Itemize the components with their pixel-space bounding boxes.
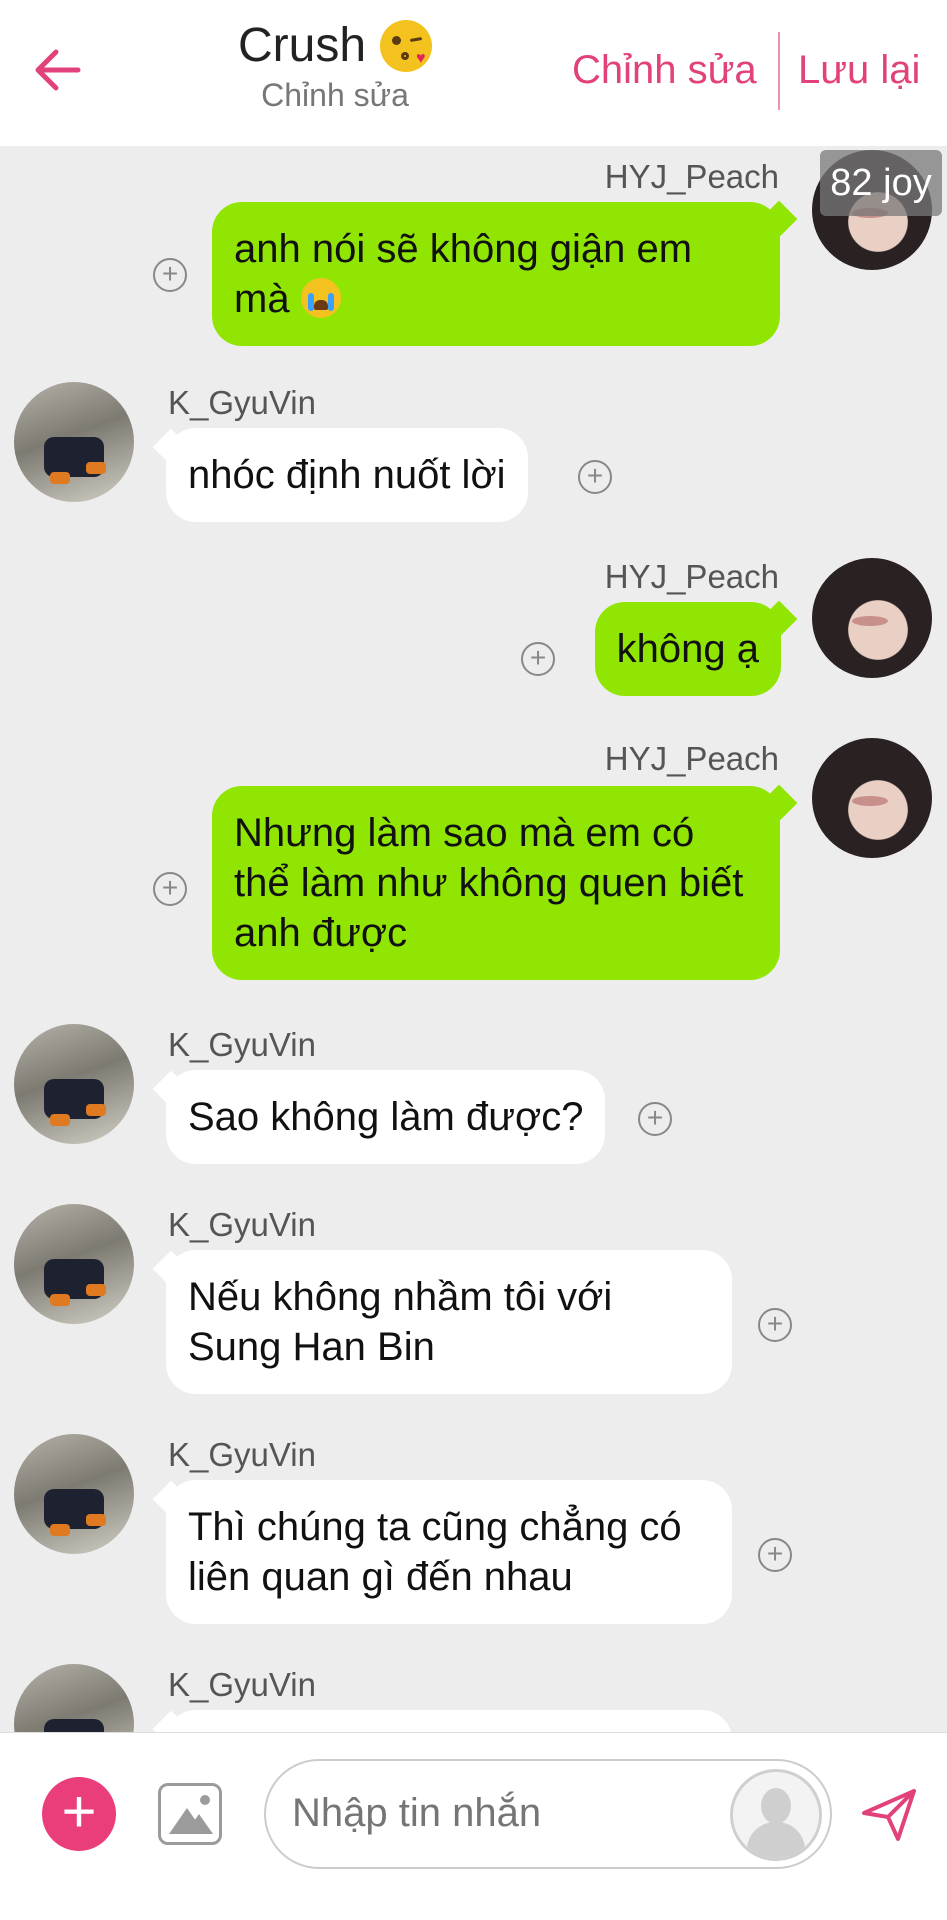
message-text: Sao không làm được? [188,1095,584,1139]
avatar[interactable] [812,558,932,678]
message-bubble[interactable]: không ạ [594,602,781,696]
react-plus-icon[interactable]: + [758,1308,792,1342]
message-bubble[interactable] [166,1710,732,1732]
avatar[interactable] [14,1204,134,1324]
message-bubble[interactable]: Thì chúng ta cũng chẳng có liên quan gì … [166,1480,732,1624]
page-title: Crush [237,19,367,72]
sender-name: HYJ_Peach [604,740,779,777]
message-bubble[interactable]: Nếu không nhầm tôi với Sung Han Bin [166,1250,732,1394]
message-input[interactable] [292,1791,712,1836]
sender-name: HYJ_Peach [604,158,779,195]
edit-button[interactable]: Chỉnh sửa [572,48,757,93]
avatar[interactable] [14,1024,134,1144]
sender-name: HYJ_Peach [604,558,779,595]
overlay-tag: 82 joy [820,150,942,216]
sender-name: K_GyuVin [168,1666,316,1703]
composer-bar: + [0,1732,947,1920]
message-bubble[interactable]: anh nói sẽ không giận em mà [212,202,780,346]
chat-header: Crush ♥ Chỉnh sửa Chỉnh sửa Lưu lại [0,0,947,146]
crying-face-icon [300,278,341,318]
message-text: Nhưng làm sao mà em có thể làm như không… [234,811,744,955]
react-plus-icon[interactable]: + [521,642,555,676]
user-avatar-icon[interactable] [730,1769,822,1861]
avatar[interactable] [14,1664,134,1732]
header-divider [778,32,780,110]
save-button[interactable]: Lưu lại [798,48,920,93]
message-bubble[interactable]: Nhưng làm sao mà em có thể làm như không… [212,786,780,980]
plus-icon[interactable]: + [42,1777,116,1851]
message-text: không ạ [616,627,759,671]
react-plus-icon[interactable]: + [758,1538,792,1572]
react-plus-icon[interactable]: + [638,1102,672,1136]
message-input-wrapper [264,1759,832,1869]
sender-name: K_GyuVin [168,1206,316,1243]
message-text: Nếu không nhầm tôi với Sung Han Bin [188,1275,613,1369]
react-plus-icon[interactable]: + [153,258,187,292]
avatar[interactable] [812,738,932,858]
message-text: nhóc định nuốt lời [188,453,506,497]
page-subtitle: Chỉnh sửa [261,77,409,113]
chat-area[interactable]: HYJ_Peach anh nói sẽ không giận em mà + … [0,146,947,1732]
message-bubble[interactable]: nhóc định nuốt lời [166,428,528,522]
title-block: Crush ♥ Chỉnh sửa [200,18,470,114]
avatar[interactable] [14,1434,134,1554]
react-plus-icon[interactable]: + [578,460,612,494]
image-icon[interactable] [158,1783,222,1845]
message-bubble[interactable]: Sao không làm được? [166,1070,606,1164]
avatar[interactable] [14,382,134,502]
arrow-left-icon[interactable] [28,40,88,100]
sender-name: K_GyuVin [168,1436,316,1473]
send-icon[interactable] [860,1785,918,1843]
react-plus-icon[interactable]: + [153,872,187,906]
sender-name: K_GyuVin [168,384,316,421]
sender-name: K_GyuVin [168,1026,316,1063]
kissing-face-icon: ♥ [380,19,433,72]
message-text: Thì chúng ta cũng chẳng có liên quan gì … [188,1505,682,1599]
